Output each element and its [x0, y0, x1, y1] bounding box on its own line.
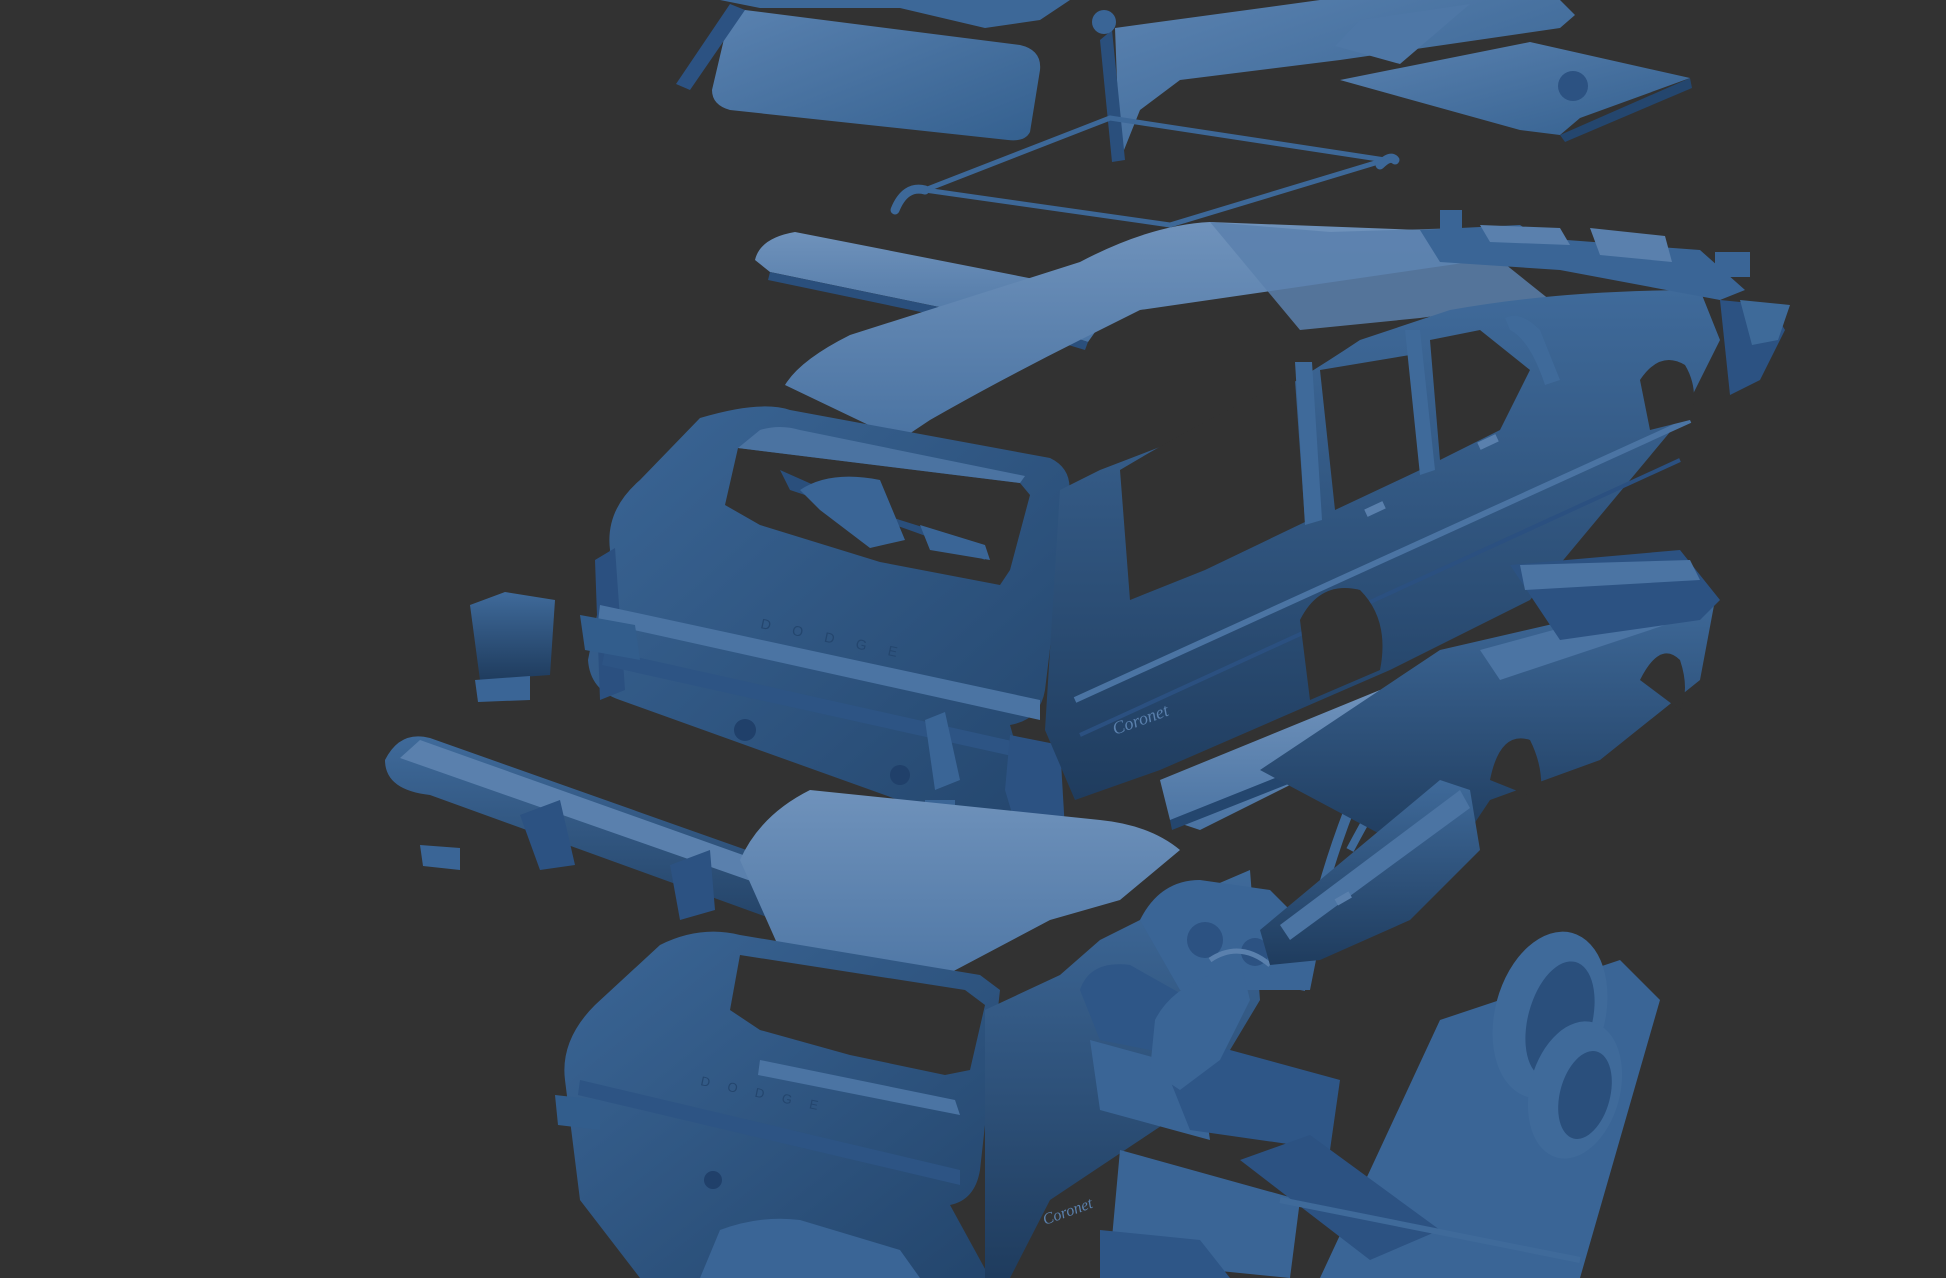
rear-window-glass-part: [676, 0, 1070, 141]
exploded-car-model: DODGE Coronet DODGE Coronet: [385, 0, 1790, 1278]
tail-light-part: [470, 592, 555, 702]
3d-viewport[interactable]: DODGE Coronet DODGE Coronet: [0, 0, 1946, 1278]
